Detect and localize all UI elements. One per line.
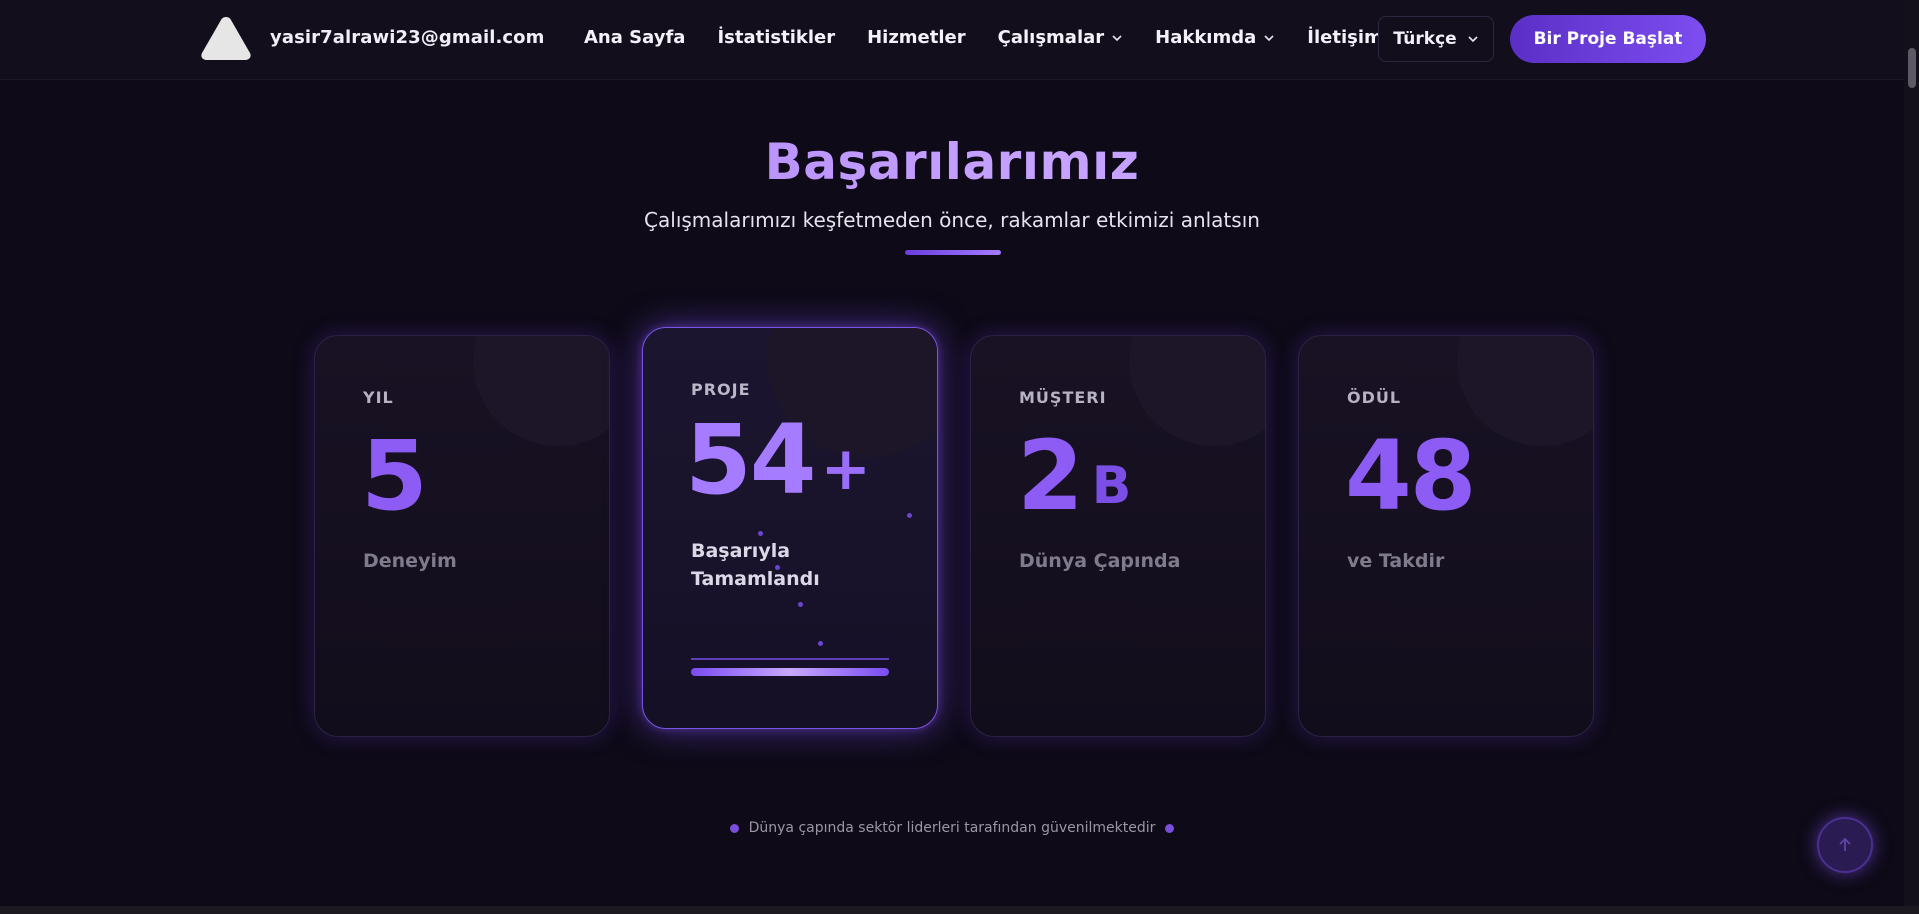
nav-item-label: Hakkımda (1155, 27, 1257, 48)
stat-value: 2 B (1017, 420, 1132, 532)
stat-label: MÜŞTERI (1019, 388, 1107, 407)
bullet-dot (729, 823, 739, 833)
stat-suffix: + (820, 433, 871, 504)
stat-card-awards[interactable]: ÖDÜL 48 ve Takdir (1298, 335, 1594, 737)
nav-item-istatistikler[interactable]: İstatistikler (717, 27, 835, 48)
section-title: Başarılarımız (0, 133, 1904, 191)
main-nav: Ana Sayfa İstatistikler Hizmetler Çalışm… (584, 27, 1383, 48)
particle-dot (758, 531, 763, 536)
page-scrollbar[interactable] (1904, 0, 1919, 906)
card-decoration (1129, 336, 1265, 446)
title-underline (905, 250, 1001, 255)
nav-item-iletisim[interactable]: İletişim (1307, 27, 1383, 48)
bullet-dot (1165, 823, 1175, 833)
stat-value: 54 + (685, 404, 871, 516)
stat-number: 54 (685, 404, 817, 516)
stat-description: Deneyim (363, 550, 457, 572)
stat-label: PROJE (691, 380, 751, 399)
card-decoration (473, 336, 609, 446)
nav-item-hizmetler[interactable]: Hizmetler (867, 27, 966, 48)
stat-description: Başarıyla Tamamlandı (691, 540, 820, 590)
chevron-down-icon (1112, 34, 1122, 41)
stat-number: 2 (1017, 420, 1084, 532)
stat-description: ve Takdir (1347, 550, 1445, 572)
trust-note: Dünya çapında sektör liderleri tarafında… (0, 820, 1904, 836)
nav-item-hakkimda[interactable]: Hakkımda (1155, 27, 1275, 48)
stat-number: 48 (1345, 420, 1477, 532)
stat-card-years[interactable]: YIL 5 Deneyim (314, 335, 610, 737)
triangle-logo-icon[interactable] (200, 15, 252, 61)
stat-label: YIL (363, 388, 394, 407)
stat-value: 5 (361, 420, 428, 532)
scrollbar-thumb[interactable] (1908, 48, 1916, 88)
arrow-up-icon (1839, 837, 1851, 851)
stat-value: 48 (1345, 420, 1477, 532)
window-bottom-edge (0, 906, 1919, 914)
nav-item-label: İstatistikler (717, 27, 836, 48)
scroll-to-top-button[interactable] (1817, 817, 1873, 873)
navbar: yasir7alrawi23@gmail.com Ana Sayfa İstat… (0, 0, 1904, 80)
nav-item-label: Ana Sayfa (584, 27, 686, 48)
nav-item-ana-sayfa[interactable]: Ana Sayfa (584, 27, 685, 48)
start-project-button[interactable]: Bir Proje Başlat (1510, 15, 1706, 63)
card-decoration (1457, 336, 1593, 446)
progress-bar (691, 668, 889, 676)
nav-item-label: Çalışmalar (997, 27, 1105, 48)
nav-item-label: Hizmetler (867, 27, 966, 48)
language-label: Türkçe (1393, 29, 1457, 49)
stat-card-projects[interactable]: PROJE 54 + Başarıyla Tamamlandı (642, 327, 938, 729)
section-subtitle: Çalışmalarımızı keşfetmeden önce, rakaml… (644, 208, 1260, 232)
trust-text: Dünya çapında sektör liderleri tarafında… (748, 820, 1156, 836)
language-select[interactable]: Türkçe (1378, 16, 1494, 62)
stat-label: ÖDÜL (1347, 388, 1402, 407)
stat-number: 5 (361, 420, 428, 532)
progress-track (691, 658, 889, 660)
particle-dot (818, 641, 823, 646)
nav-item-calismalar[interactable]: Çalışmalar (998, 27, 1124, 48)
stat-card-clients[interactable]: MÜŞTERI 2 B Dünya Çapında (970, 335, 1266, 737)
stat-description: Dünya Çapında (1019, 550, 1181, 572)
particle-dot (907, 513, 912, 518)
contact-email[interactable]: yasir7alrawi23@gmail.com (270, 27, 545, 48)
nav-item-label: İletişim (1307, 27, 1383, 48)
stat-suffix: B (1091, 456, 1132, 517)
particle-dot (775, 565, 780, 570)
particle-dot (798, 602, 803, 607)
chevron-down-icon (1468, 36, 1478, 43)
chevron-down-icon (1264, 34, 1274, 41)
